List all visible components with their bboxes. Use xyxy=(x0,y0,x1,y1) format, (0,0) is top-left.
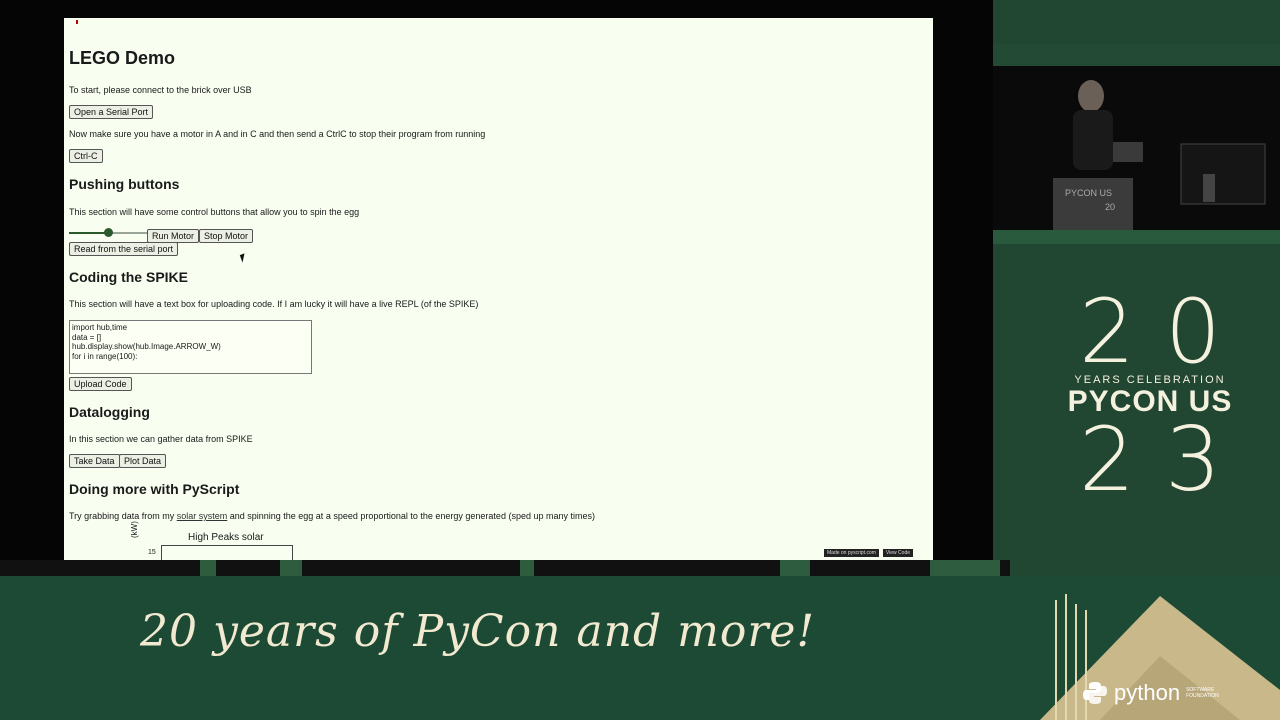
ctrl-c-button[interactable]: Ctrl-C xyxy=(69,149,103,163)
footer-badges: Made on pyscript.com View Code xyxy=(824,549,914,557)
section-heading-datalogging: Datalogging xyxy=(69,404,150,420)
chart-title: High Peaks solar xyxy=(188,532,264,543)
coding-section-text: This section will have a text box for up… xyxy=(69,299,479,309)
take-data-button[interactable]: Take Data xyxy=(69,454,120,468)
favicon-mark xyxy=(76,20,78,24)
made-on-pyscript-link[interactable]: Made on pyscript.com xyxy=(824,549,879,557)
brand-digits-top: 20 xyxy=(1079,280,1251,383)
pycon-brand: 20 YEARS CELEBRATION PYCON US 23 xyxy=(1040,280,1260,520)
read-serial-port-button[interactable]: Read from the serial port xyxy=(69,242,179,256)
speaker-camera: PYCON US 20 xyxy=(993,66,1280,230)
section-heading-pyscript: Doing more with PyScript xyxy=(69,481,240,497)
camera-bottom-strip xyxy=(993,230,1280,244)
code-line: hub.display.show(hub.Image.ARROW_W) xyxy=(72,342,221,351)
open-serial-port-button[interactable]: Open a Serial Port xyxy=(69,105,154,119)
python-logo-icon xyxy=(1083,682,1107,704)
plot-data-button[interactable]: Plot Data xyxy=(119,454,167,468)
page-title: LEGO Demo xyxy=(69,48,176,68)
motor-instructions: Now make sure you have a motor in A and … xyxy=(69,129,486,139)
projected-screen: LEGO Demo To start, please connect to th… xyxy=(0,0,993,560)
chart-y-label: (kW) xyxy=(130,521,139,538)
speaker-video-frame: PYCON US 20 xyxy=(993,66,1280,230)
intro-text: To start, please connect to the brick ov… xyxy=(69,85,252,95)
mouse-cursor-icon xyxy=(239,253,248,263)
upload-code-button[interactable]: Upload Code xyxy=(69,377,132,391)
python-subtitle: SOFTWARE FOUNDATION xyxy=(1186,687,1219,699)
camera-top-strip xyxy=(993,44,1280,66)
podium-label: PYCON US xyxy=(1065,188,1112,198)
section-heading-buttons: Pushing buttons xyxy=(69,176,180,192)
solar-system-link[interactable]: solar system xyxy=(177,511,228,521)
stop-motor-button[interactable]: Stop Motor xyxy=(199,229,254,243)
pyscript-section-text: Try grabbing data from my solar system a… xyxy=(69,511,595,521)
code-line: for i in range(100): xyxy=(72,351,138,361)
python-wordmark: python xyxy=(1114,680,1181,705)
datalogging-section-text: In this section we can gather data from … xyxy=(69,434,253,444)
chart-plot-area xyxy=(161,545,293,560)
web-page: LEGO Demo To start, please connect to th… xyxy=(64,18,933,560)
buttons-section-text: This section will have some control butt… xyxy=(69,207,360,217)
podium-number: 20 xyxy=(1105,202,1115,212)
code-textarea[interactable]: import hub,time data = [] hub.display.sh… xyxy=(69,320,312,374)
view-code-link[interactable]: View Code xyxy=(882,549,914,557)
run-motor-button[interactable]: Run Motor xyxy=(147,229,200,243)
section-heading-coding: Coding the SPIKE xyxy=(69,269,188,285)
tagline: 20 years of PyCon and more! xyxy=(140,606,816,657)
decorative-ribbon xyxy=(0,560,1010,576)
chart-y-tick: 15 xyxy=(148,549,156,556)
python-logo: python SOFTWARE FOUNDATION xyxy=(1082,680,1236,706)
code-line: import hub,time xyxy=(72,323,128,332)
brand-digits-bottom: 23 xyxy=(1079,408,1251,511)
speed-slider-handle[interactable] xyxy=(104,228,113,237)
speed-slider-fill xyxy=(69,232,108,234)
code-line: data = [] xyxy=(72,332,102,342)
